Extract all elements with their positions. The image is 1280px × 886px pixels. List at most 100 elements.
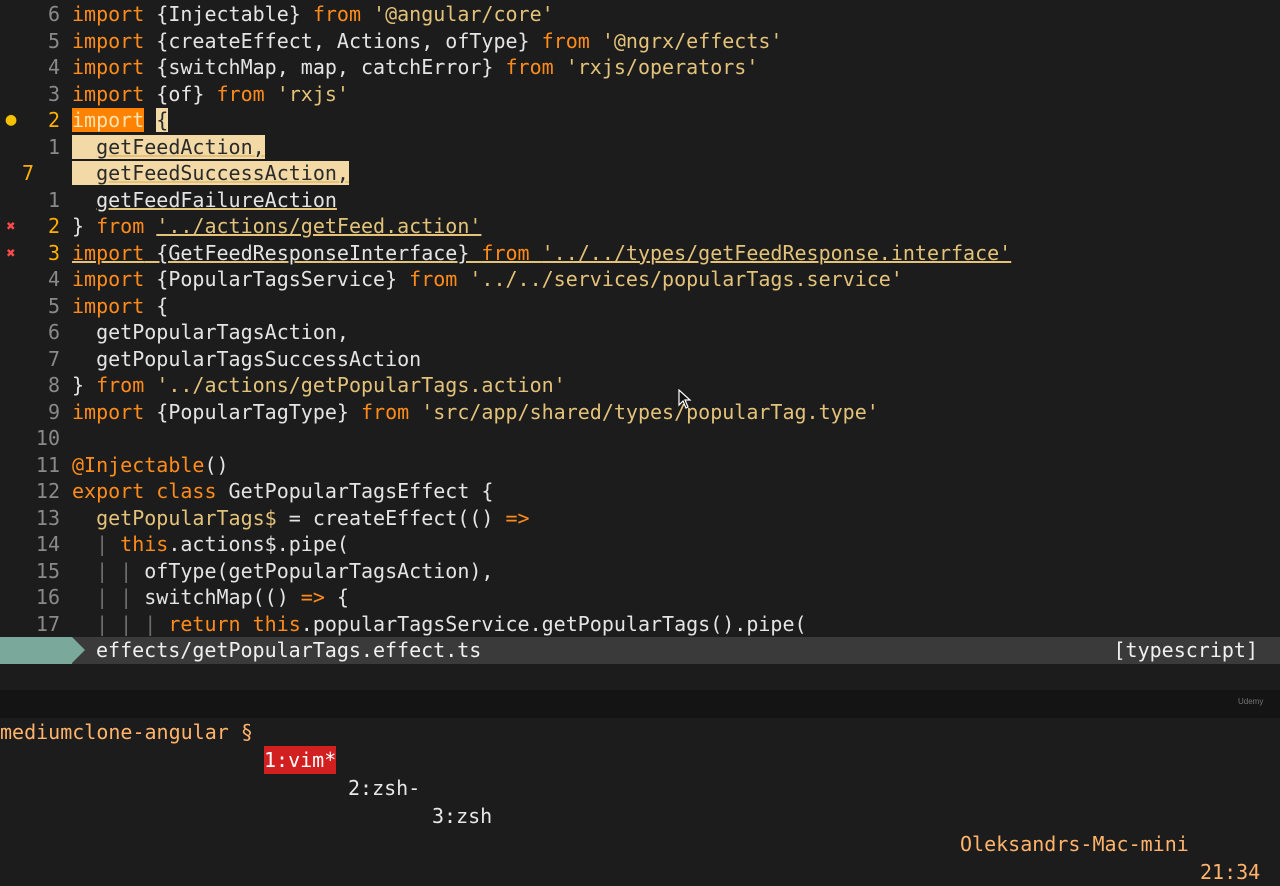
code-line[interactable]: 1 getFeedFailureAction: [0, 187, 1280, 214]
code-line[interactable]: 6 import {Injectable} from '@angular/core…: [0, 1, 1280, 28]
code-token: import: [72, 81, 145, 106]
line-number: 4: [47, 55, 60, 79]
tmux-status-bar: mediumclone-angular § 1:vim* 2:zsh- 3:zs…: [0, 690, 1280, 884]
code-line[interactable]: 6 getPopularTagsAction,: [0, 319, 1280, 346]
line-number: 3: [47, 81, 60, 106]
code-line[interactable]: 16 | | switchMap(() => {: [0, 584, 1280, 611]
line-number: 4: [47, 267, 60, 291]
code-token: }: [72, 214, 97, 238]
tmux-window-vim[interactable]: 1:vim*: [264, 746, 337, 774]
code-line[interactable]: ● 2 import {: [0, 107, 1280, 134]
code-token: [72, 134, 97, 159]
code-line[interactable]: 9 import {PopularTagType} from 'src/app/s…: [0, 399, 1280, 426]
code-token: import: [72, 267, 145, 291]
code-token: 'rxjs': [276, 81, 349, 106]
code-line[interactable]: 1 getFeedAction,: [0, 134, 1280, 161]
code-token: | |: [72, 558, 145, 583]
code-token: from: [216, 81, 265, 106]
mode-indicator: [0, 637, 72, 664]
code-line[interactable]: 17 | | | return this.popularTagsService.…: [0, 611, 1280, 638]
code-line[interactable]: 11 @Injectable(): [0, 452, 1280, 479]
tmux-window-zsh-2[interactable]: 2:zsh-: [348, 774, 420, 802]
code-token: import: [72, 55, 145, 79]
code-token: GetPopularTagsEffect {: [216, 479, 494, 503]
code-token: getFeedAction,: [96, 134, 265, 159]
code-text: } from '../actions/getPopularTags.action…: [72, 372, 566, 399]
warning-sign-icon: ●: [5, 109, 17, 130]
code-line[interactable]: 12 export class GetPopularTagsEffect {: [0, 478, 1280, 505]
code-token: return: [168, 611, 241, 636]
code-line[interactable]: 7 getFeedSuccessAction,: [0, 160, 1280, 187]
code-text: | | switchMap(() => {: [72, 584, 349, 611]
statusline-filename: effects/getPopularTags.effect.ts: [96, 638, 482, 662]
code-token: this: [120, 532, 169, 556]
code-token: from: [361, 399, 410, 424]
code-line[interactable]: ✖ 3 import {GetFeedResponseInterface} from…: [0, 240, 1280, 267]
code-token: {of}: [144, 81, 217, 106]
code-editor[interactable]: 6 import {Injectable} from '@angular/core…: [0, 0, 1280, 637]
code-token: {: [156, 108, 169, 132]
mouse-pointer-icon: [678, 388, 692, 414]
line-number: 2: [47, 108, 60, 132]
code-token: (): [204, 452, 229, 477]
code-text: import {PopularTagsService} from '../../…: [72, 266, 903, 293]
line-number: 1: [47, 187, 60, 212]
code-token: {GetFeedResponseInterface}: [144, 240, 482, 265]
code-token: class: [156, 479, 217, 503]
code-token: from: [541, 28, 590, 53]
code-token: '@ngrx/effects': [601, 28, 783, 53]
code-text: import {switchMap, map, catchError} from…: [72, 54, 758, 81]
code-token: | | |: [72, 611, 169, 636]
code-token: 'rxjs/operators': [565, 55, 759, 79]
code-line[interactable]: 5 import {: [0, 293, 1280, 320]
code-token: = createEffect((): [276, 505, 506, 530]
code-token: {: [324, 585, 349, 609]
code-text: import {of} from 'rxjs': [72, 81, 349, 108]
code-line[interactable]: ✖ 2} from '../actions/getFeed.action': [0, 213, 1280, 240]
statusline-filetype: [typescript]: [1113, 638, 1259, 662]
code-line[interactable]: 10: [0, 425, 1280, 452]
code-line[interactable]: 13 getPopularTags$ = createEffect(() =>: [0, 505, 1280, 532]
code-token: from: [312, 2, 361, 26]
line-number: 6: [47, 2, 60, 26]
code-token: }: [72, 373, 97, 397]
code-token: import: [72, 399, 145, 424]
code-token: this: [252, 611, 301, 636]
tmux-clock: 21:34: [1200, 860, 1261, 884]
code-token: 'src/app/shared/types/popularTag.type': [421, 399, 879, 424]
code-token: '../actions/getPopularTags.action': [156, 373, 566, 397]
code-token: getPopularTagsSuccessAction: [72, 346, 422, 371]
code-line[interactable]: 14 | this.actions$.pipe(: [0, 531, 1280, 558]
line-number: 14: [35, 532, 60, 556]
code-line[interactable]: 15 | | ofType(getPopularTagsAction),: [0, 558, 1280, 585]
line-number: 13: [35, 505, 60, 530]
code-text: getFeedFailureAction: [72, 187, 337, 214]
line-number: 17: [35, 611, 60, 636]
code-line[interactable]: 3 import {of} from 'rxjs': [0, 81, 1280, 108]
code-text: import {createEffect, Actions, ofType} f…: [72, 28, 782, 55]
line-number: 5: [47, 293, 60, 318]
code-line[interactable]: 5 import {createEffect, Actions, ofType} …: [0, 28, 1280, 55]
code-line[interactable]: 4 import {PopularTagsService} from '../..…: [0, 266, 1280, 293]
code-line[interactable]: 7 getPopularTagsSuccessAction: [0, 346, 1280, 373]
code-token: {: [144, 293, 169, 318]
code-token: from: [481, 240, 530, 265]
tmux-window-zsh-3[interactable]: 3:zsh: [432, 802, 492, 830]
line-number: 12: [35, 479, 60, 503]
code-text: import {Injectable} from '@angular/core': [72, 1, 554, 28]
code-token: getPopularTagsAction,: [72, 320, 349, 344]
code-text: import {: [72, 293, 168, 320]
code-line[interactable]: 4 import {switchMap, map, catchError} fro…: [0, 54, 1280, 81]
code-line[interactable]: 8} from '../actions/getPopularTags.actio…: [0, 372, 1280, 399]
statusline-arrow: [72, 637, 85, 663]
code-text: getPopularTags$ = createEffect(() =>: [72, 505, 530, 532]
line-number: 5: [47, 28, 60, 53]
code-token: from: [96, 214, 145, 238]
